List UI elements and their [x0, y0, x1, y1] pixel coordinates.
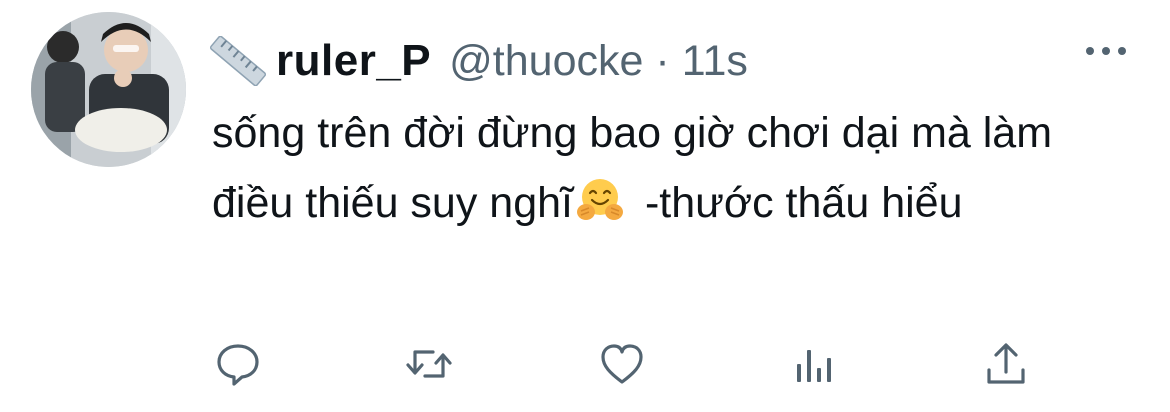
- tweet-text: sống trên đời đừng bao giờ chơi dại mà l…: [212, 98, 1122, 238]
- hugging-face-emoji-icon: [577, 179, 623, 220]
- more-dots-icon: [1086, 47, 1094, 55]
- retweet-icon[interactable]: [405, 340, 453, 388]
- tweet-header: ruler_P @thuocke · 11s: [210, 36, 748, 86]
- avatar-photo: [31, 12, 186, 167]
- reply-icon[interactable]: [214, 340, 262, 388]
- avatar[interactable]: [31, 12, 186, 167]
- ruler-emoji-icon: [210, 36, 266, 86]
- display-name[interactable]: ruler_P: [276, 36, 431, 86]
- user-handle[interactable]: @thuocke: [449, 37, 643, 86]
- heart-icon[interactable]: [598, 340, 646, 388]
- timestamp[interactable]: 11s: [682, 37, 748, 86]
- more-menu-button[interactable]: [1086, 43, 1126, 59]
- tweet-text-part-2: -thước thấu hiểu: [633, 179, 963, 227]
- analytics-icon[interactable]: [791, 340, 839, 388]
- share-icon[interactable]: [982, 340, 1030, 388]
- separator-dot: ·: [655, 36, 670, 85]
